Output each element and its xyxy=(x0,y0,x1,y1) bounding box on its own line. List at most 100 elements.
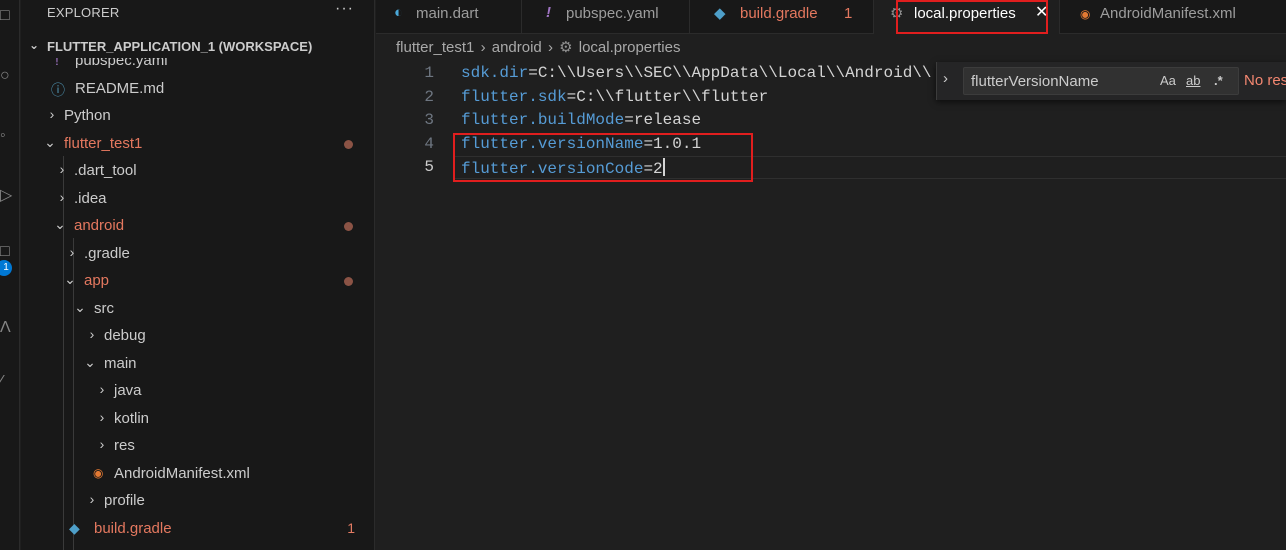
breadcrumb: flutter_test1 › android › ⚙ local.proper… xyxy=(396,38,682,56)
toggle-replace-icon[interactable]: › xyxy=(943,70,948,87)
chevron-right-icon: › xyxy=(69,244,75,260)
chevron-right-icon: › xyxy=(59,189,65,205)
tree-item-label: Python xyxy=(64,107,111,124)
search-icon[interactable]: ○ xyxy=(0,64,20,88)
match-case-icon[interactable]: Aa xyxy=(1160,73,1176,88)
problem-count: 1 xyxy=(347,520,355,536)
line-number: 5 xyxy=(424,158,434,176)
more-actions-icon[interactable]: ··· xyxy=(335,0,354,18)
tree-item-label: app xyxy=(84,272,110,289)
tree-item-label: java xyxy=(114,382,142,399)
line-number: 3 xyxy=(424,111,434,129)
tree-item-label: .idea xyxy=(74,190,107,207)
tree-item-label: android xyxy=(74,217,125,234)
tab-pubspec-yaml[interactable]: ! pubspec.yaml xyxy=(522,0,690,34)
code-line: flutter.buildMode=release xyxy=(461,111,701,129)
chevron-down-icon: ⌄ xyxy=(29,38,40,52)
highlight-box-tab xyxy=(896,0,1048,34)
tree-item-label: kotlin xyxy=(114,410,150,427)
tab-label: pubspec.yaml xyxy=(566,5,659,22)
yaml-icon: ! xyxy=(546,4,551,21)
code-line: sdk.dir=C:\\Users\\SEC\\AppData\\Local\\… xyxy=(461,64,932,82)
chevron-down-icon: ⌄ xyxy=(74,299,86,315)
explorer-sidebar: EXPLORER ··· ⌄ FLUTTER_APPLICATION_1 (WO… xyxy=(21,0,375,550)
activity-bar: □ ○ ◦ ▷ □ 1 Λ ⁄ xyxy=(0,0,20,550)
tree-item-label: main xyxy=(104,355,137,372)
chevron-down-icon: ⌄ xyxy=(54,216,66,232)
workspace-label: FLUTTER_APPLICATION_1 (WORKSPACE) xyxy=(47,39,313,54)
tree-item-res[interactable]: › res xyxy=(21,433,374,459)
gradle-icon: ◆ xyxy=(714,5,726,22)
run-debug-icon[interactable]: ▷ xyxy=(0,184,20,208)
property-key: flutter.buildMode xyxy=(461,111,625,129)
find-result-status: No results xyxy=(1244,72,1286,89)
tree-item-label: debug xyxy=(104,327,146,344)
tab-main-dart[interactable]: ◐ main.dart xyxy=(376,0,522,34)
dart-icon: ◐ xyxy=(394,4,404,21)
tree-item-app[interactable]: ⌄ app xyxy=(21,268,374,294)
tab-problem-count: 1 xyxy=(844,5,853,22)
property-value: release xyxy=(633,111,702,129)
tree-item-android[interactable]: ⌄ android xyxy=(21,213,374,239)
extensions-badge: 1 xyxy=(0,260,12,276)
tree-item-idea[interactable]: › .idea xyxy=(21,186,374,212)
remote-icon[interactable]: ⁄ xyxy=(0,370,20,394)
tree-item-label: .dart_tool xyxy=(74,162,137,179)
chevron-right-icon: › xyxy=(49,106,55,122)
chevron-right-icon: › xyxy=(99,381,105,397)
gear-icon: ⚙ xyxy=(559,39,573,56)
chevron-right-icon: › xyxy=(99,409,105,425)
modified-dot xyxy=(344,140,353,149)
tab-build-gradle[interactable]: ◆ build.gradle 1 xyxy=(690,0,874,34)
editor-tabs: ◐ main.dart ! pubspec.yaml ◆ build.gradl… xyxy=(376,0,1286,34)
equals-sign: = xyxy=(624,111,634,129)
tree-item-gradle-folder[interactable]: › .gradle xyxy=(21,241,374,267)
modified-dot xyxy=(344,277,353,286)
tree-item-label: flutter_test1 xyxy=(64,135,143,152)
files-icon[interactable]: □ xyxy=(0,4,20,28)
tree-item-java[interactable]: › java xyxy=(21,378,374,404)
tree-item-dart-tool[interactable]: › .dart_tool xyxy=(21,158,374,184)
tree-item-readme[interactable]: ⓘ README.md xyxy=(21,76,374,102)
breadcrumb-item[interactable]: flutter_test1 xyxy=(396,39,474,56)
tree-item-python[interactable]: › Python xyxy=(21,103,374,129)
equals-sign: = xyxy=(566,88,577,106)
line-number: 2 xyxy=(424,88,434,106)
tree-item-androidmanifest[interactable]: ◉ AndroidManifest.xml xyxy=(21,461,374,487)
tab-label: main.dart xyxy=(416,5,479,22)
find-widget: › flutterVersionName Aa ab .* No results xyxy=(936,62,1286,100)
tree-item-flutter-test1[interactable]: ⌄ flutter_test1 xyxy=(21,131,374,157)
tree-item-profile[interactable]: › profile xyxy=(21,488,374,514)
property-value: C:\\flutter\\flutter xyxy=(576,88,769,106)
whole-word-icon[interactable]: ab xyxy=(1186,73,1200,88)
gradle-icon: ◆ xyxy=(69,520,80,536)
chevron-right-icon: › xyxy=(89,491,95,507)
highlight-box-version xyxy=(453,133,753,182)
tab-label: build.gradle xyxy=(740,5,818,22)
tree-item-kotlin[interactable]: › kotlin xyxy=(21,406,374,432)
tab-androidmanifest[interactable]: ◉ AndroidManifest.xml xyxy=(1060,0,1286,34)
code-line: flutter.sdk=C:\\flutter\\flutter xyxy=(461,88,768,106)
chevron-right-icon: › xyxy=(59,161,65,177)
chevron-right-icon: › xyxy=(480,39,486,56)
breadcrumb-item[interactable]: local.properties xyxy=(579,39,681,56)
find-input[interactable]: flutterVersionName Aa ab .* xyxy=(963,67,1239,95)
line-number: 1 xyxy=(424,64,434,82)
tree-item-label: README.md xyxy=(75,80,165,97)
tree-item-build-gradle[interactable]: ◆ build.gradle 1 xyxy=(21,516,374,542)
chevron-right-icon: › xyxy=(89,326,95,342)
modified-dot xyxy=(344,222,353,231)
tree-item-src[interactable]: ⌄ src xyxy=(21,296,374,322)
chevron-down-icon: ⌄ xyxy=(84,354,96,370)
source-control-icon[interactable]: ◦ xyxy=(0,124,20,148)
property-value: C:\\Users\\SEC\\AppData\\Local\\Android\… xyxy=(537,64,932,82)
rss-icon: ◉ xyxy=(1080,7,1091,21)
tree-item-main[interactable]: ⌄ main xyxy=(21,351,374,377)
testing-icon[interactable]: Λ xyxy=(0,316,20,340)
breadcrumb-item[interactable]: android xyxy=(492,39,542,56)
workspace-header-sticky[interactable]: ⌄ FLUTTER_APPLICATION_1 (WORKSPACE) xyxy=(21,36,374,58)
tree-item-debug[interactable]: › debug xyxy=(21,323,374,349)
tree-item-label: profile xyxy=(104,492,145,509)
regex-icon[interactable]: .* xyxy=(1214,73,1223,88)
chevron-right-icon: › xyxy=(547,39,553,56)
